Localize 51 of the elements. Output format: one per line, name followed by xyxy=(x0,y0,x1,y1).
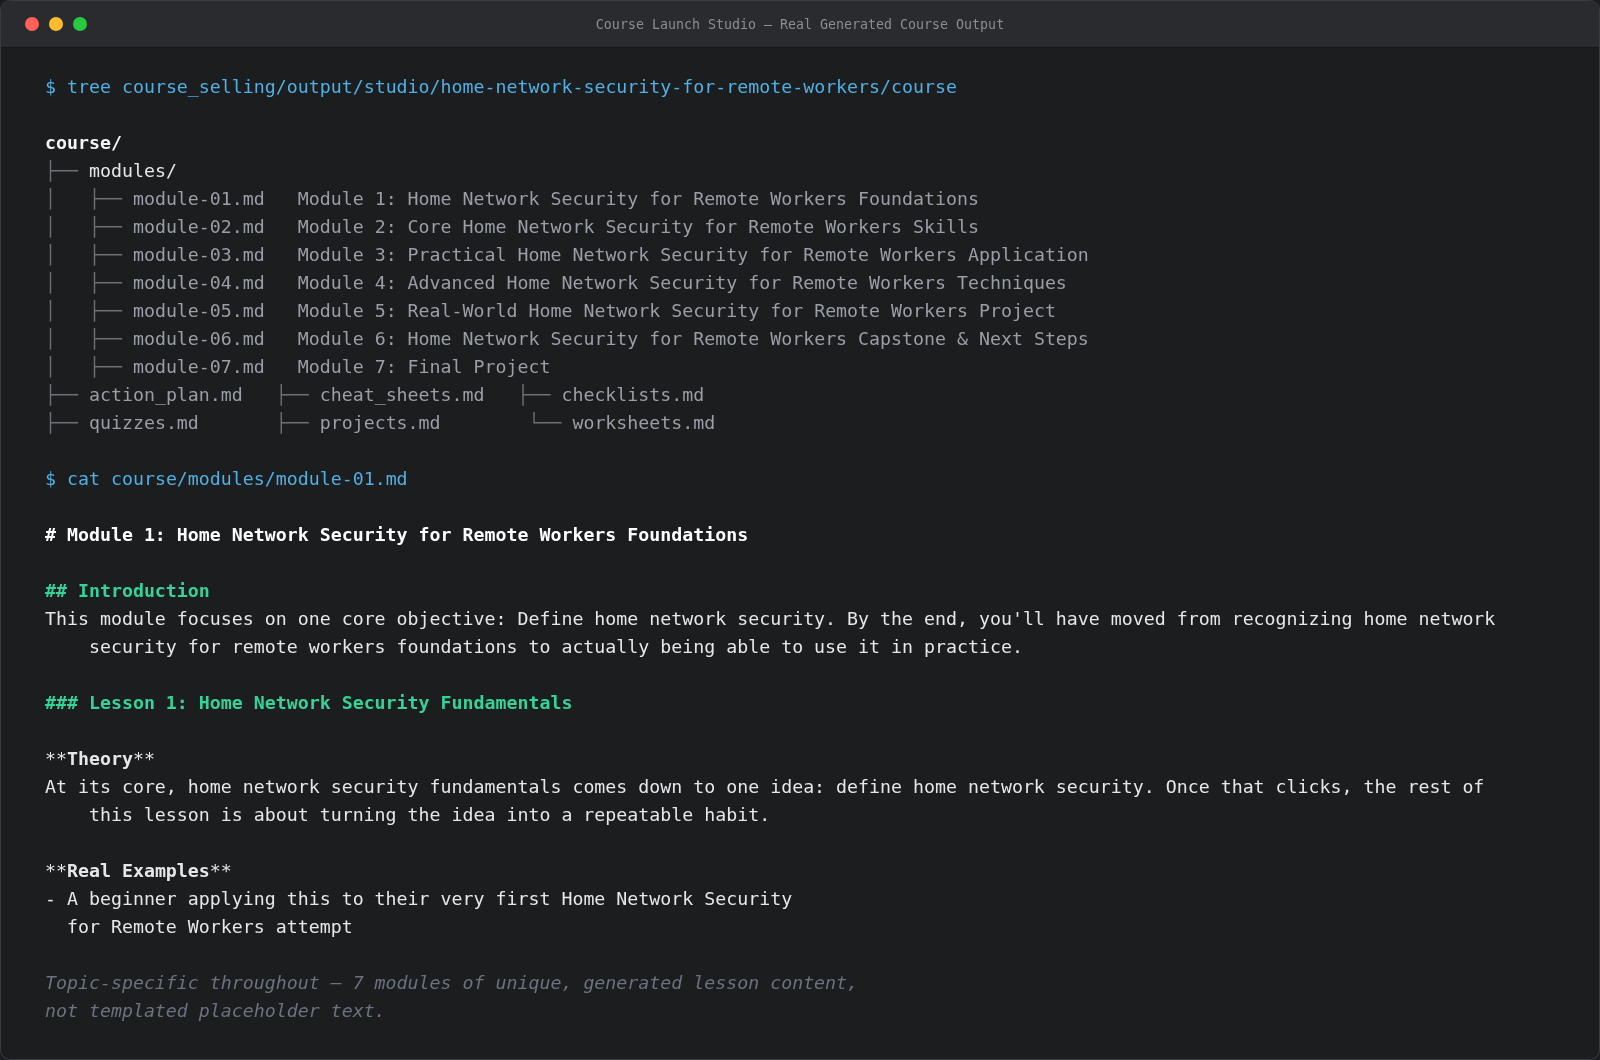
tree-branch: └── xyxy=(527,412,562,433)
folder-name: course/ xyxy=(45,132,122,153)
tree-branch: │ ├── xyxy=(45,328,122,349)
tree-branch: │ ├── xyxy=(45,244,122,265)
window-title: Course Launch Studio — Real Generated Course Output xyxy=(595,16,1005,32)
file-name: module-06.md xyxy=(132,328,265,349)
module-heading: # Module 1: Home Network Security for Remote Workers Foundations xyxy=(45,524,749,545)
tree-branch: ├── xyxy=(45,412,78,433)
paragraph: This module focuses on one core objective: Define home network security. By the end, you'll have moved from recognizing home network security for remote workers foundations to actually being able to use it in practice. xyxy=(45,607,1497,659)
tree-branch: ├── xyxy=(275,412,309,433)
module-title: Module 6: Home Network Security for Remote Workers Capstone & Next Steps xyxy=(297,328,1089,349)
file-name: module-05.md xyxy=(132,300,265,321)
tree-branch: │ ├── xyxy=(45,272,122,293)
tree-branch: ├── xyxy=(45,160,78,181)
file-name: checklists.md xyxy=(561,384,705,405)
section-heading: ### Lesson 1: Home Network Security Fundamentals xyxy=(45,692,573,713)
paragraph: At its core, home network security fundamentals comes down to one idea: define home network security. Once that clicks, the rest of this lesson is about turning the idea into a repeatable habit. xyxy=(45,775,1486,827)
list-item: - A beginner applying this to their very first Home Network Security for Remote Workers attempt xyxy=(45,887,794,939)
bold-label: **Real Examples** xyxy=(45,860,232,881)
tree-branch: ├── xyxy=(45,384,78,405)
file-name: module-07.md xyxy=(132,356,265,377)
shell-command: $ tree course_selling/output/studio/home-network-security-for-remote-workers/course xyxy=(45,76,957,97)
maximize-icon[interactable] xyxy=(73,17,87,31)
file-name: module-02.md xyxy=(132,216,265,237)
footnote: Topic-specific throughout — 7 modules of unique, generated lesson content, not templated placeholder text. xyxy=(45,971,860,1023)
module-title: Module 1: Home Network Security for Remote Workers Foundations xyxy=(297,188,979,209)
file-name: projects.md xyxy=(319,412,441,433)
section-heading: ## Introduction xyxy=(45,580,210,601)
file-name: module-04.md xyxy=(132,272,265,293)
module-title: Module 3: Practical Home Network Security for Remote Workers Application xyxy=(297,244,1089,265)
file-name: module-01.md xyxy=(132,188,265,209)
file-name: module-03.md xyxy=(132,244,265,265)
file-name: action_plan.md xyxy=(88,384,243,405)
file-name: quizzes.md xyxy=(88,412,199,433)
file-name: cheat_sheets.md xyxy=(319,384,485,405)
tree-branch: ├── xyxy=(275,384,309,405)
folder-name: modules/ xyxy=(88,160,177,181)
tree-branch: ├── xyxy=(517,384,551,405)
tree-branch: │ ├── xyxy=(45,188,122,209)
module-title: Module 5: Real-World Home Network Security for Remote Workers Project xyxy=(297,300,1056,321)
tree-branch: │ ├── xyxy=(45,300,122,321)
tree-branch: │ ├── xyxy=(45,216,122,237)
tree-branch: │ ├── xyxy=(45,356,122,377)
module-title: Module 7: Final Project xyxy=(297,356,551,377)
module-title: Module 4: Advanced Home Network Security for Remote Workers Techniques xyxy=(297,272,1067,293)
close-icon[interactable] xyxy=(25,17,39,31)
module-title: Module 2: Core Home Network Security for Remote Workers Skills xyxy=(297,216,979,237)
file-name: worksheets.md xyxy=(572,412,716,433)
shell-command: $ cat course/modules/module-01.md xyxy=(45,468,408,489)
bold-label: **Theory** xyxy=(45,748,155,769)
minimize-icon[interactable] xyxy=(49,17,63,31)
